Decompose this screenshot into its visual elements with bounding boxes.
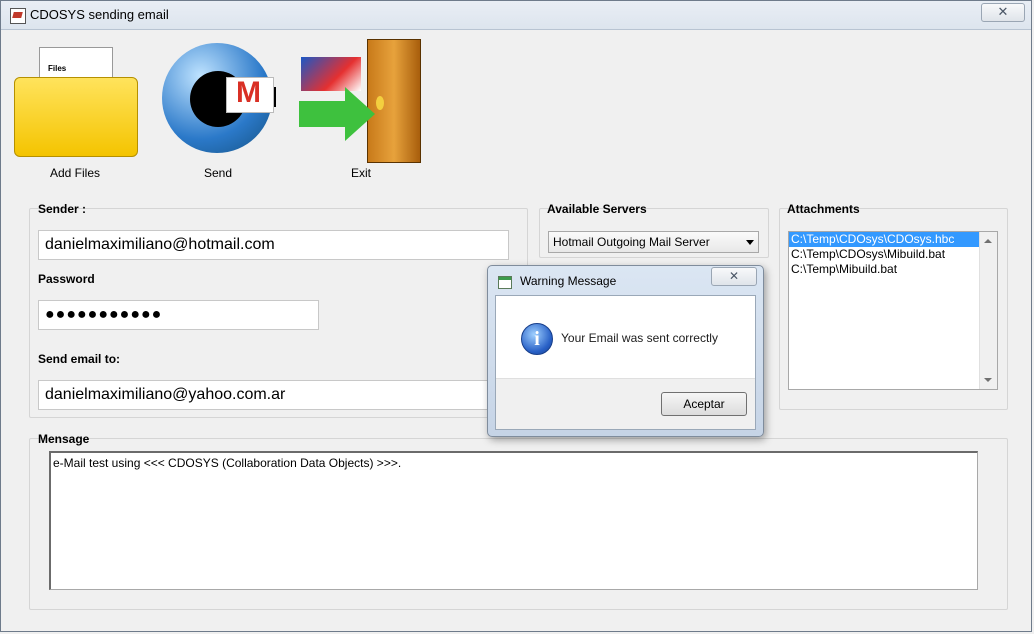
attachments-scrollbar[interactable] xyxy=(979,232,997,389)
servers-label: Available Servers xyxy=(547,202,647,216)
add-files-button[interactable]: Add Files xyxy=(11,37,139,180)
dialog-title: Warning Message xyxy=(520,274,617,288)
dialog-message: Your Email was sent correctly xyxy=(561,331,718,345)
send-label: Send xyxy=(203,166,233,180)
window-close-button[interactable]: ✕ xyxy=(981,3,1025,22)
password-label: Password xyxy=(38,272,95,286)
gmail-send-icon xyxy=(154,37,282,163)
add-files-label: Add Files xyxy=(49,166,101,180)
aceptar-button[interactable]: Aceptar xyxy=(661,392,747,416)
scroll-down-icon[interactable] xyxy=(984,378,992,382)
attachment-item[interactable]: C:\Temp\CDOsys\CDOsys.hbc xyxy=(789,232,997,247)
app-icon xyxy=(10,8,26,24)
dialog-window-icon xyxy=(498,276,512,289)
send-to-input[interactable]: danielmaximiliano@yahoo.com.ar xyxy=(38,380,509,410)
exit-button[interactable]: Exit xyxy=(297,37,425,180)
sender-label: Sender : xyxy=(38,202,87,216)
send-to-label: Send email to: xyxy=(38,352,121,366)
window-title: CDOSYS sending email xyxy=(30,7,169,22)
servers-dropdown[interactable]: Hotmail Outgoing Mail Server xyxy=(548,231,759,253)
password-input[interactable]: ●●●●●●●●●●● xyxy=(38,300,319,330)
scroll-up-icon[interactable] xyxy=(984,239,992,243)
exit-label: Exit xyxy=(350,166,371,180)
attachment-item[interactable]: C:\Temp\CDOsys\Mibuild.bat xyxy=(789,247,997,262)
dialog-body: i Your Email was sent correctly Aceptar xyxy=(495,295,756,430)
message-textarea[interactable]: e-Mail test using <<< CDOSYS (Collaborat… xyxy=(49,451,978,590)
title-bar[interactable]: CDOSYS sending email ✕ xyxy=(1,1,1031,30)
files-folder-icon xyxy=(11,37,139,163)
exit-door-icon xyxy=(297,37,425,163)
message-label: Mensage xyxy=(38,432,90,446)
chevron-down-icon xyxy=(746,240,754,245)
warning-dialog: Warning Message ✕ i Your Email was sent … xyxy=(487,265,764,437)
servers-selected: Hotmail Outgoing Mail Server xyxy=(553,235,710,249)
dialog-close-button[interactable]: ✕ xyxy=(711,267,757,286)
attachments-label: Attachments xyxy=(787,202,860,216)
sender-input[interactable]: danielmaximiliano@hotmail.com xyxy=(38,230,509,260)
info-icon: i xyxy=(521,323,553,355)
attachment-item[interactable]: C:\Temp\Mibuild.bat xyxy=(789,262,997,277)
attachments-list[interactable]: C:\Temp\CDOsys\CDOsys.hbc C:\Temp\CDOsys… xyxy=(788,231,998,390)
send-button[interactable]: Send xyxy=(154,37,282,180)
